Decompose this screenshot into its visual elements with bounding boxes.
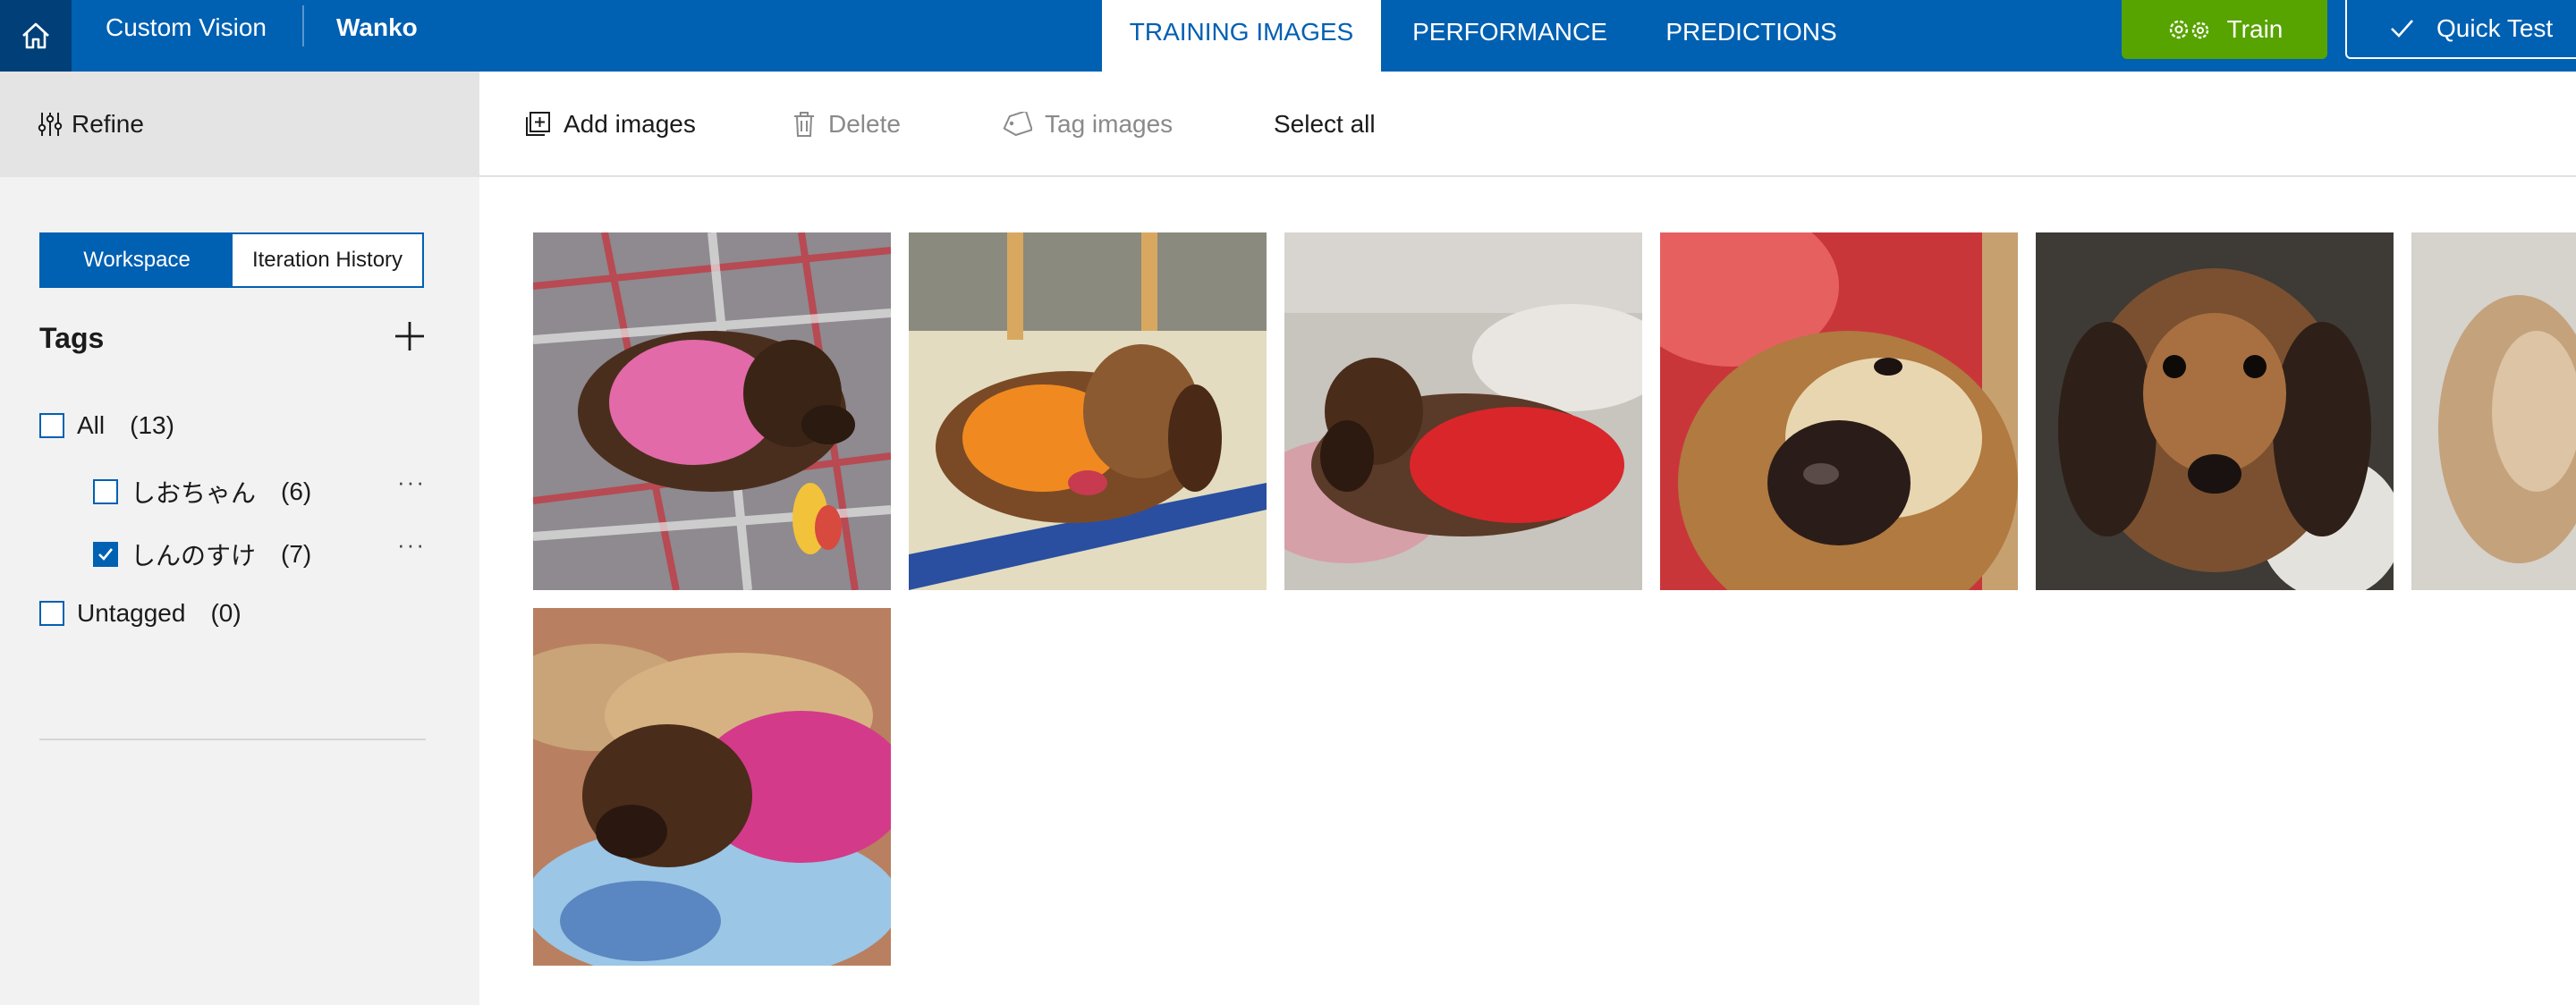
dog-photo — [2036, 232, 2394, 590]
tag-checkbox-checked[interactable] — [93, 542, 118, 567]
top-navigation-bar: Custom Vision Wanko TRAINING IMAGES PERF… — [0, 0, 2576, 72]
tag-more-options-button[interactable]: ··· — [397, 469, 426, 496]
tag-label: Untagged — [77, 599, 186, 627]
tag-count: (7) — [281, 540, 312, 568]
refine-button[interactable]: Refine — [0, 72, 479, 177]
sidebar-divider — [39, 739, 426, 740]
training-image-thumbnail[interactable] — [2036, 232, 2394, 590]
tag-count: (13) — [130, 411, 174, 439]
add-images-button[interactable]: Add images — [524, 72, 696, 177]
dog-photo — [2411, 232, 2576, 590]
tag-checkbox[interactable] — [39, 413, 64, 438]
add-tag-icon[interactable] — [394, 320, 426, 352]
image-toolbar: Add images Delete Tag images Select all — [479, 72, 2576, 177]
tag-label: しんのすけ — [131, 542, 257, 570]
tab-predictions[interactable]: PREDICTIONS — [1642, 0, 1860, 72]
dog-photo — [533, 232, 891, 590]
home-icon — [22, 22, 49, 49]
tag-images-label: Tag images — [1045, 110, 1174, 138]
training-image-thumbnail[interactable] — [1284, 232, 1642, 590]
add-images-icon — [526, 112, 550, 136]
checkmark-icon — [2391, 20, 2413, 38]
project-name[interactable]: Wanko — [336, 0, 418, 55]
iteration-history-toggle-button[interactable]: Iteration History — [233, 234, 422, 286]
quick-test-label: Quick Test — [2436, 14, 2554, 42]
tag-icon — [1003, 112, 1032, 137]
dog-photo — [1660, 232, 2018, 590]
checkmark-icon — [98, 548, 114, 561]
tags-heading: Tags — [39, 322, 105, 354]
tag-checkbox[interactable] — [39, 601, 64, 626]
tag-row-shinnosuke[interactable]: しんのすけ (7) — [93, 536, 311, 572]
train-button[interactable]: Train — [2122, 0, 2327, 59]
select-all-button[interactable]: Select all — [1274, 72, 1376, 177]
tag-label: しおちゃん — [131, 479, 257, 507]
sliders-icon — [38, 113, 63, 136]
tag-row-untagged[interactable]: Untagged (0) — [39, 599, 242, 628]
training-image-thumbnail[interactable] — [533, 232, 891, 590]
workspace-toggle-button[interactable]: Workspace — [41, 234, 233, 286]
dog-photo — [1284, 232, 1642, 590]
gears-icon — [2169, 20, 2208, 39]
add-images-label: Add images — [564, 110, 696, 138]
tag-count: (6) — [281, 477, 312, 505]
view-toggle: Workspace Iteration History — [39, 232, 424, 288]
home-button[interactable] — [0, 0, 72, 72]
tag-count: (0) — [210, 599, 242, 627]
train-label: Train — [2226, 15, 2284, 43]
dog-photo — [533, 608, 891, 966]
tab-performance[interactable]: PERFORMANCE — [1395, 0, 1624, 72]
tag-row-all[interactable]: All (13) — [39, 411, 174, 440]
tag-checkbox[interactable] — [93, 479, 118, 504]
tag-images-button[interactable]: Tag images — [1002, 72, 1173, 177]
trash-icon — [794, 112, 814, 137]
tag-label: All — [77, 411, 106, 439]
quick-test-button[interactable]: Quick Test — [2345, 0, 2576, 59]
delete-label: Delete — [828, 110, 901, 138]
training-image-thumbnail[interactable] — [533, 608, 891, 966]
training-image-thumbnail[interactable] — [1660, 232, 2018, 590]
app-name-link[interactable]: Custom Vision — [106, 0, 267, 55]
dog-photo — [909, 232, 1267, 590]
training-image-thumbnail[interactable] — [909, 232, 1267, 590]
refine-label: Refine — [72, 110, 144, 138]
tab-training-images[interactable]: TRAINING IMAGES — [1102, 0, 1381, 72]
tag-row-shiochan[interactable]: しおちゃん (6) — [93, 474, 311, 510]
title-separator — [302, 5, 304, 46]
training-image-thumbnail[interactable] — [2411, 232, 2576, 590]
delete-button[interactable]: Delete — [792, 72, 901, 177]
select-all-label: Select all — [1274, 110, 1376, 138]
sidebar: Refine Workspace Iteration History Tags … — [0, 72, 479, 1005]
tag-more-options-button[interactable]: ··· — [397, 531, 426, 559]
